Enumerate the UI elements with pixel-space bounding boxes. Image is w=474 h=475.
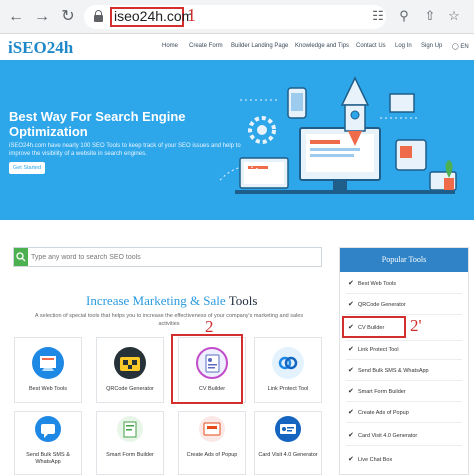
tool-card-link-protect-tool[interactable]: Link Protect Tool	[254, 337, 322, 403]
web-tools-icon	[32, 347, 64, 379]
popup-ads-icon	[199, 416, 225, 442]
annotation-2-prime: 2'	[410, 316, 422, 335]
back-icon[interactable]: ←	[6, 7, 26, 27]
popular-item[interactable]: ✔ Link Protect Tool	[348, 344, 466, 356]
translate-icon[interactable]: ☷	[370, 8, 386, 24]
popular-item-label: Send Bulk SMS & WhatsApp	[358, 368, 429, 374]
tool-card-label: Best Web Tools	[28, 386, 67, 392]
tool-card-label: Link Protect Tool	[267, 386, 309, 392]
divider	[346, 293, 462, 294]
tool-card-qrcode-generator[interactable]: QRCode Generator	[96, 337, 164, 403]
lock-icon	[94, 10, 103, 22]
url-text[interactable]: iseo24h.com	[114, 8, 193, 24]
share-icon[interactable]: ⇧	[422, 8, 438, 24]
cv-builder-sidebar-highlight-box	[342, 316, 406, 338]
form-builder-icon	[117, 416, 143, 442]
popular-item-label: Smart Form Builder	[358, 389, 406, 395]
menu-knowledge-tips[interactable]: Knowledge and Tips	[295, 43, 349, 49]
check-icon: ✔	[348, 301, 354, 308]
hero-banner: Best Way For Search Engine Optimization …	[0, 60, 474, 220]
zoom-icon[interactable]: ⚲	[396, 8, 412, 24]
section-title-part2: Tools	[225, 293, 258, 308]
section-title-part1: Increase Marketing & Sale	[86, 293, 226, 308]
divider	[346, 359, 462, 360]
tool-card-create-ads-popup[interactable]: Create Ads of Popup	[178, 411, 246, 475]
address-bar[interactable]: iseo24h.com 1	[84, 5, 386, 29]
popular-item[interactable]: ✔ Best Web Tools	[348, 278, 466, 290]
divider	[346, 340, 462, 341]
popular-item[interactable]: ✔ QRCode Generator	[348, 299, 466, 311]
check-icon: ✔	[348, 346, 354, 353]
divider	[346, 445, 462, 446]
popular-item-label: Card Visit 4.0 Generator	[358, 433, 418, 439]
menu-builder-landing-page[interactable]: Builder Landing Page	[231, 43, 288, 49]
check-icon: ✔	[348, 280, 354, 287]
check-icon: ✔	[348, 409, 354, 416]
search-icon[interactable]	[14, 248, 28, 266]
tool-search-box	[13, 247, 322, 267]
forward-icon[interactable]: →	[32, 7, 52, 27]
menu-signup[interactable]: Sign Up	[421, 43, 442, 49]
business-card-icon	[275, 416, 301, 442]
divider	[346, 380, 462, 381]
qrcode-icon	[114, 347, 146, 379]
site-logo[interactable]: iSEO24h	[8, 38, 73, 58]
check-icon: ✔	[348, 388, 354, 395]
popular-item[interactable]: ✔ Smart Form Builder	[348, 386, 466, 398]
search-input[interactable]	[31, 250, 316, 264]
language-label: EN	[460, 44, 469, 50]
annotation-1: 1	[187, 5, 196, 25]
cv-builder-highlight-box	[171, 334, 243, 404]
tool-card-send-bulk-sms[interactable]: Send Bulk SMS & WhatsApp	[14, 411, 82, 475]
popular-item[interactable]: ✔ Send Bulk SMS & WhatsApp	[348, 365, 466, 377]
popular-item[interactable]: ✔ Create Ads of Popup	[348, 407, 466, 419]
divider	[346, 401, 462, 402]
popular-item[interactable]: ✔ Card Visit 4.0 Generator	[348, 430, 466, 442]
hero-illustration	[219, 76, 457, 194]
section-description: A selection of special tools that helps …	[34, 313, 304, 327]
popular-item-label: Live Chat Box	[358, 457, 393, 463]
browser-toolbar: ← → ↻ iseo24h.com 1 ☷ ⚲ ⇧ ☆	[0, 0, 474, 34]
popular-item-label: Create Ads of Popup	[358, 410, 409, 416]
menu-create-form[interactable]: Create Form	[189, 43, 223, 49]
menu-home[interactable]: Home	[162, 43, 178, 49]
reload-icon[interactable]: ↻	[58, 7, 78, 27]
check-icon: ✔	[348, 367, 354, 374]
popular-item-label: Link Protect Tool	[358, 347, 399, 353]
popular-item-label: Best Web Tools	[358, 281, 397, 287]
tool-card-smart-form-builder[interactable]: Smart Form Builder	[96, 411, 164, 475]
menu-contact-us[interactable]: Contact Us	[356, 43, 386, 49]
language-selector[interactable]: ◯ EN	[452, 43, 469, 50]
sms-icon	[35, 416, 61, 442]
link-icon	[272, 347, 304, 379]
popular-tools-title: Popular Tools	[340, 248, 468, 272]
tool-card-best-web-tools[interactable]: Best Web Tools	[14, 337, 82, 403]
bookmark-star-icon[interactable]: ☆	[446, 8, 462, 24]
tool-card-label: Smart Form Builder	[106, 452, 154, 458]
popular-item[interactable]: ✔ Live Chat Box	[348, 454, 466, 466]
divider	[346, 422, 462, 423]
tool-card-label: QRCode Generator	[106, 386, 154, 392]
tool-card-card-visit-generator[interactable]: Card Visit 4.0 Generator	[254, 411, 322, 475]
popular-tools-panel: Popular Tools ✔ Best Web Tools ✔ QRCode Ge…	[339, 247, 469, 475]
check-icon: ✔	[348, 432, 354, 439]
globe-icon: ◯	[452, 44, 459, 50]
menu-login[interactable]: Log In	[395, 43, 412, 49]
divider	[346, 314, 462, 315]
check-icon: ✔	[348, 456, 354, 463]
popular-item-label: QRCode Generator	[358, 302, 406, 308]
section-title: Increase Marketing & Sale Tools	[86, 293, 257, 309]
tool-card-label: Card Visit 4.0 Generator	[258, 452, 318, 458]
tool-card-label: Create Ads of Popup	[186, 452, 238, 458]
tool-card-label: Send Bulk SMS & WhatsApp	[26, 452, 70, 465]
